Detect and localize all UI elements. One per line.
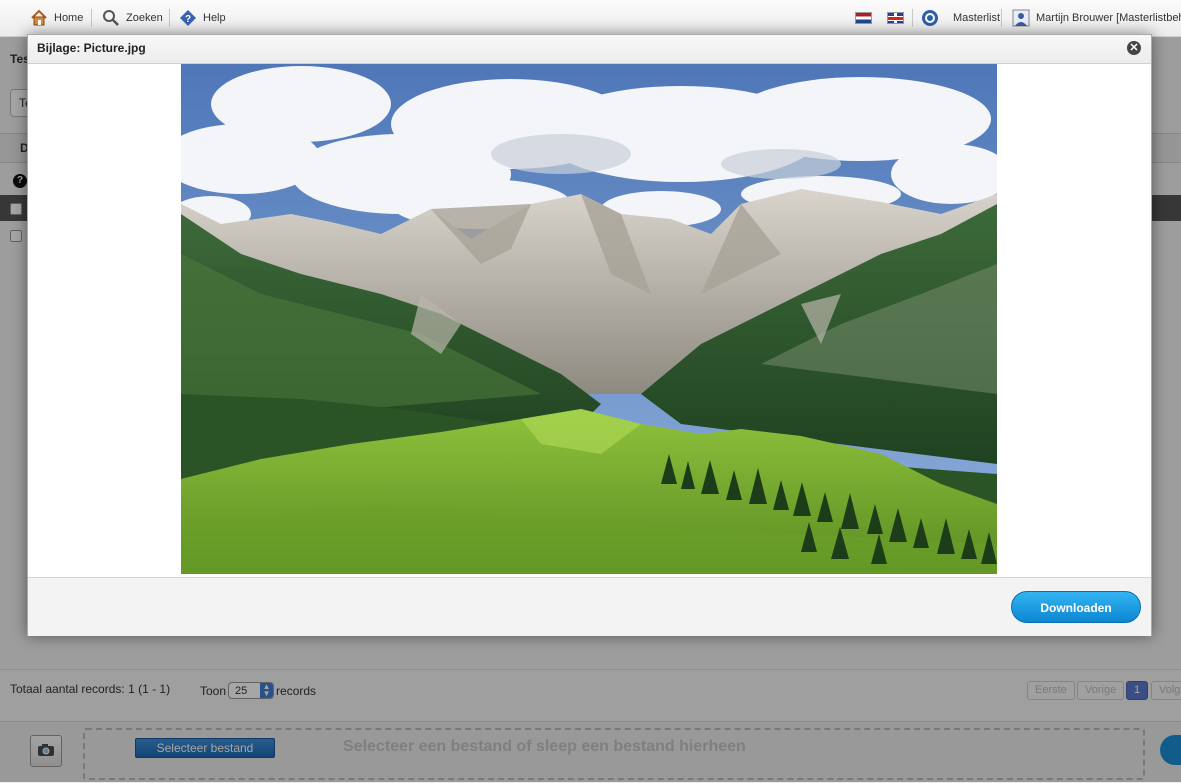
dutch-flag-icon[interactable] <box>855 12 872 24</box>
english-flag-icon[interactable] <box>887 12 904 24</box>
top-navigation-bar: Home Zoeken ? Help Masterlist Martijn Br… <box>0 0 1181 37</box>
divider <box>912 9 913 27</box>
home-icon <box>30 9 48 27</box>
help-icon: ? <box>179 9 197 27</box>
dialog-header: Bijlage: Picture.jpg ✕ <box>28 35 1151 64</box>
divider <box>1001 9 1002 27</box>
nav-masterlist[interactable]: Masterlist <box>921 0 1000 36</box>
masterlist-icon <box>921 9 939 27</box>
svg-text:?: ? <box>185 14 191 25</box>
nav-search-label: Zoeken <box>126 12 163 24</box>
user-menu[interactable]: Martijn Brouwer [Masterlistbeheer <box>1012 0 1181 36</box>
dialog-title: Bijlage: Picture.jpg <box>37 41 146 55</box>
nav-home-label: Home <box>54 12 84 24</box>
nav-home[interactable]: Home <box>30 0 83 36</box>
close-icon[interactable]: ✕ <box>1127 41 1141 55</box>
language-switcher <box>855 0 904 36</box>
nav-masterlist-label: Masterlist <box>953 12 1001 24</box>
user-name: Martijn Brouwer [Masterlistbeheer <box>1036 12 1181 24</box>
attachment-image <box>181 64 997 574</box>
nav-help-label: Help <box>203 12 226 24</box>
nav-help[interactable]: ? Help <box>179 0 226 36</box>
nav-search[interactable]: Zoeken <box>102 0 163 36</box>
dialog-footer: Downloaden <box>28 577 1151 636</box>
divider <box>169 9 170 27</box>
attachment-dialog: Bijlage: Picture.jpg ✕ Downloaden <box>27 34 1152 636</box>
search-icon <box>102 9 120 27</box>
divider <box>91 9 92 27</box>
user-avatar-icon <box>1012 9 1030 27</box>
download-button[interactable]: Downloaden <box>1011 591 1141 623</box>
